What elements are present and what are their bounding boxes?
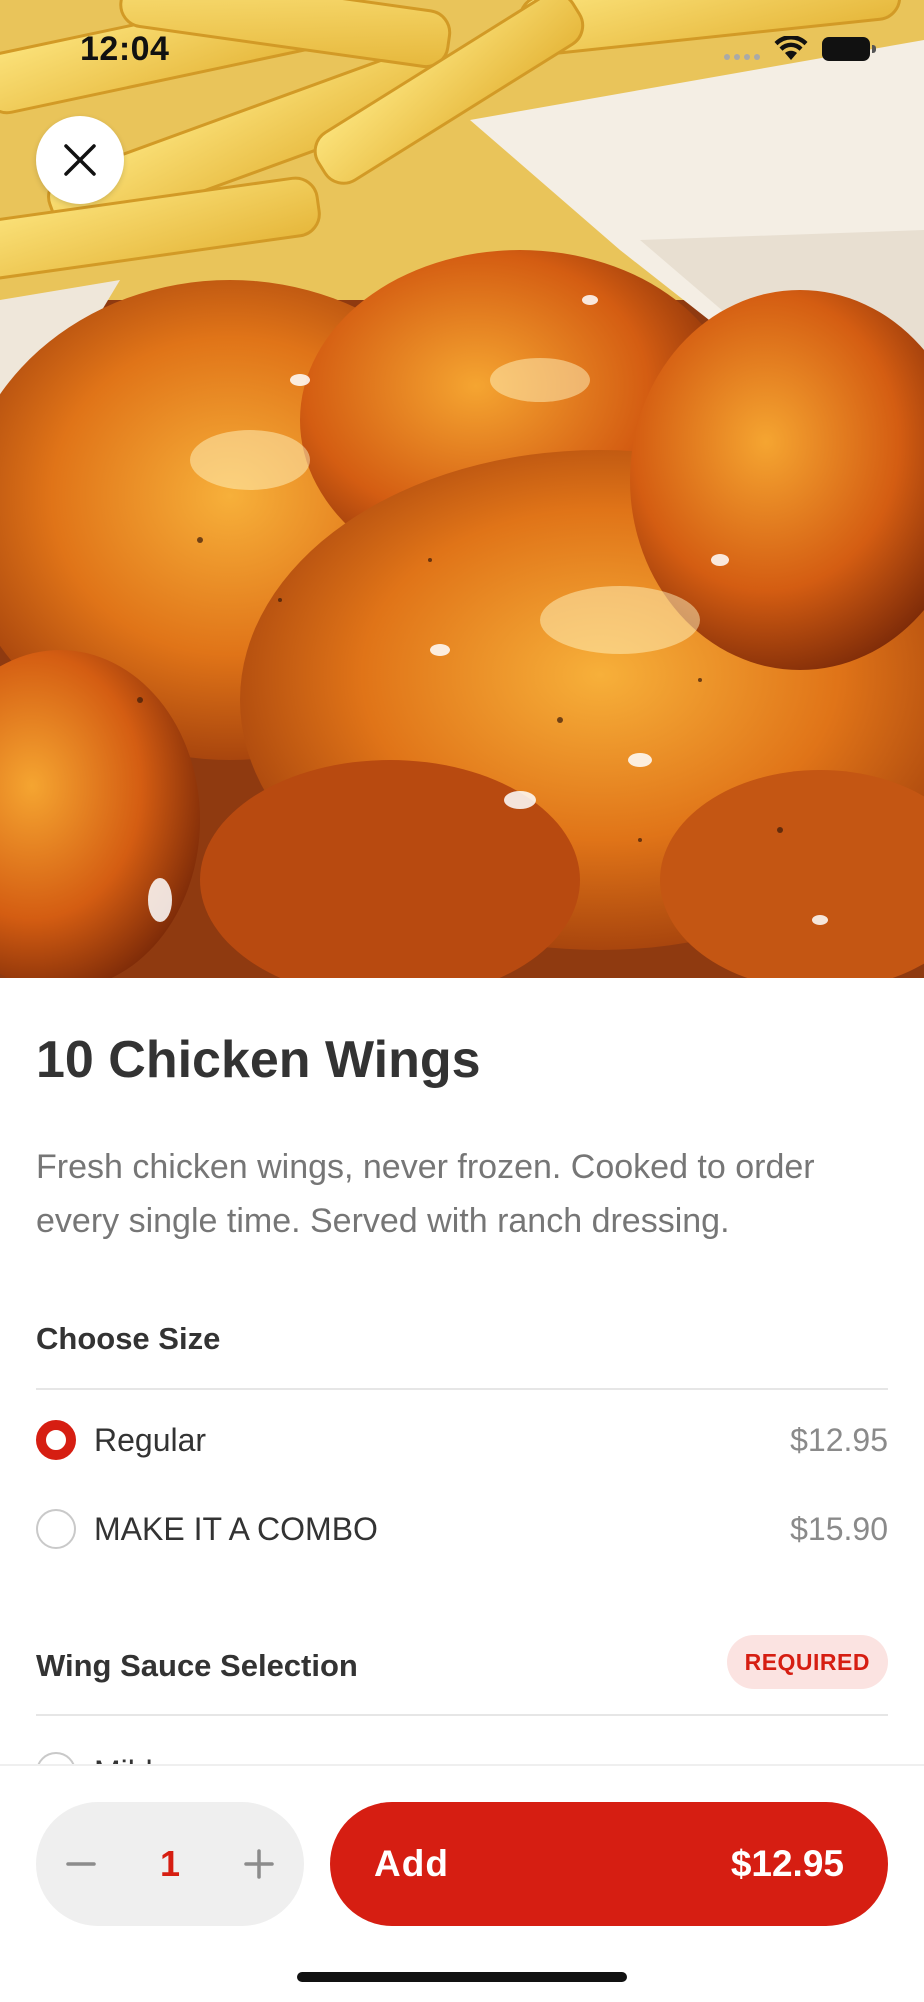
food-photo <box>0 0 924 978</box>
close-button[interactable] <box>36 116 124 204</box>
option-label: MAKE IT A COMBO <box>94 1511 378 1547</box>
quantity-stepper: 1 <box>36 1802 304 1926</box>
close-icon <box>64 144 96 176</box>
option-price: $15.90 <box>790 1511 888 1547</box>
radio-selected-icon[interactable] <box>36 1420 76 1460</box>
plus-icon <box>244 1849 274 1879</box>
radio-unselected-icon[interactable] <box>36 1509 76 1549</box>
size-option-combo[interactable]: MAKE IT A COMBO $15.90 <box>36 1499 888 1559</box>
add-button-price: $12.95 <box>730 1843 844 1884</box>
quantity-value: 1 <box>159 1843 181 1884</box>
bottom-action-bar: 1 Add $12.95 <box>0 1764 924 2002</box>
item-description: Fresh chicken wings, never frozen. Cooke… <box>36 1148 815 1240</box>
minus-icon <box>66 1862 96 1866</box>
section-header-size: Choose Size <box>36 1313 888 1390</box>
status-icons <box>724 34 876 64</box>
cellular-icon <box>724 38 760 60</box>
divider <box>36 1714 888 1716</box>
food-photo-illustration <box>0 0 924 978</box>
home-indicator[interactable] <box>297 1972 627 1982</box>
add-button-label: Add <box>374 1843 449 1884</box>
status-time: 12:04 <box>80 30 170 68</box>
section-header-sauce: Wing Sauce Selection REQUIRED <box>36 1635 888 1716</box>
divider <box>36 1388 888 1390</box>
decrease-quantity-button[interactable] <box>36 1802 126 1926</box>
option-label: Regular <box>94 1422 207 1458</box>
required-badge: REQUIRED <box>726 1635 888 1689</box>
battery-icon <box>822 37 876 61</box>
increase-quantity-button[interactable] <box>214 1802 304 1926</box>
status-bar: 12:04 <box>0 0 924 100</box>
size-option-regular[interactable]: Regular $12.95 <box>36 1410 888 1470</box>
item-title: 10 Chicken Wings <box>36 1031 481 1089</box>
option-price: $12.95 <box>790 1422 888 1458</box>
section-title: Wing Sauce Selection <box>36 1648 358 1683</box>
section-title: Choose Size <box>36 1321 221 1356</box>
add-to-cart-button[interactable]: Add $12.95 <box>330 1802 888 1926</box>
wifi-icon <box>774 36 808 60</box>
